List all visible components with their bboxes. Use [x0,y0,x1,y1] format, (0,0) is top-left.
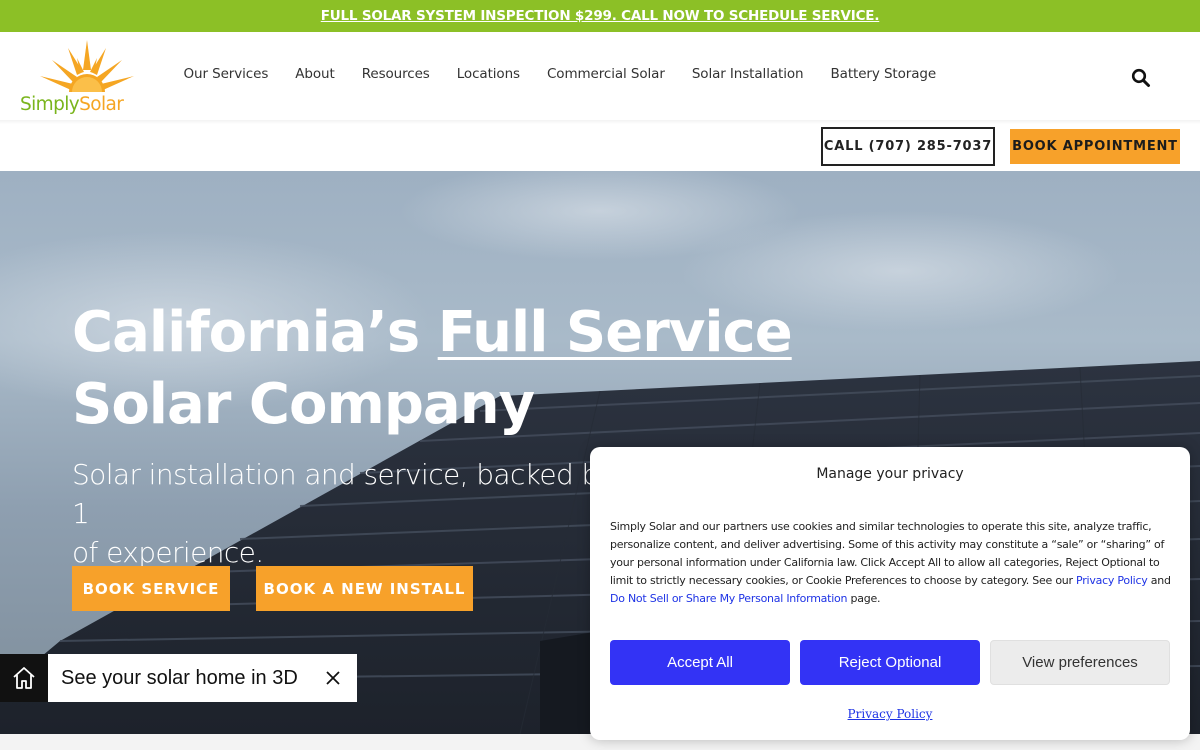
nav-locations[interactable]: Locations [457,66,520,82]
nav-our-services[interactable]: Our Services [184,66,269,82]
book-install-button[interactable]: BOOK A NEW INSTALL [256,566,473,611]
call-button[interactable]: CALL (707) 285-7037 [821,127,995,166]
consent-footer: Privacy Policy [590,705,1190,723]
hero-title-underlined: Full Service [437,300,793,365]
consent-footer-privacy-link[interactable]: Privacy Policy [848,707,933,721]
consent-privacy-link[interactable]: Privacy Policy [1076,574,1148,587]
nav-battery-storage[interactable]: Battery Storage [830,66,936,82]
hero-subtitle-line2: of experience. [72,536,264,569]
consent-and-text: and [1147,574,1171,587]
reject-optional-button[interactable]: Reject Optional [800,640,980,685]
header-divider [0,120,1200,124]
close-icon[interactable] [325,670,341,686]
nav-commercial-solar[interactable]: Commercial Solar [547,66,665,82]
accept-all-button[interactable]: Accept All [610,640,790,685]
book-service-button[interactable]: BOOK SERVICE [72,566,230,611]
hero-subtitle: Solar installation and service, backed b… [72,455,632,572]
view-preferences-button[interactable]: View preferences [990,640,1170,685]
logo[interactable]: SimplySolar [20,40,154,120]
logo-wordmark: SimplySolar [20,94,124,115]
sun-logo-icon [40,40,134,92]
logo-word-solar: Solar [79,94,124,115]
logo-word-simply: Simply [20,94,80,115]
nav-about[interactable]: About [295,66,335,82]
announcement-bar: FULL SOLAR SYSTEM INSPECTION $299. CALL … [0,0,1200,32]
consent-do-not-sell-link[interactable]: Do Not Sell or Share My Personal Informa… [610,592,848,605]
main-nav: Our Services About Resources Locations C… [170,66,950,82]
hero-title-part1: California’s [72,300,438,365]
nav-solar-installation[interactable]: Solar Installation [692,66,804,82]
consent-body: Simply Solar and our partners use cookie… [610,518,1176,608]
hero-title: California’s Full Service Solar Company [72,297,793,441]
consent-page-text: page. [847,592,881,605]
solar-3d-widget[interactable]: See your solar home in 3D [0,654,357,702]
consent-title: Manage your privacy [816,466,964,482]
hero-subtitle-line1: Solar installation and service, backed b… [72,458,615,530]
site-header: SimplySolar Our Services About Resources… [0,32,1200,171]
solar-3d-widget-text: See your solar home in 3D [61,666,298,689]
hero-title-part2: Solar Company [72,372,535,437]
book-appointment-button[interactable]: BOOK APPOINTMENT [1010,129,1180,164]
solar-3d-widget-panel[interactable]: See your solar home in 3D [48,654,357,702]
search-icon[interactable] [1131,68,1151,88]
announcement-link[interactable]: FULL SOLAR SYSTEM INSPECTION $299. CALL … [321,8,880,24]
privacy-consent-dialog: Manage your privacy Simply Solar and our… [590,447,1190,740]
nav-resources[interactable]: Resources [362,66,430,82]
home-3d-icon[interactable] [0,654,48,702]
